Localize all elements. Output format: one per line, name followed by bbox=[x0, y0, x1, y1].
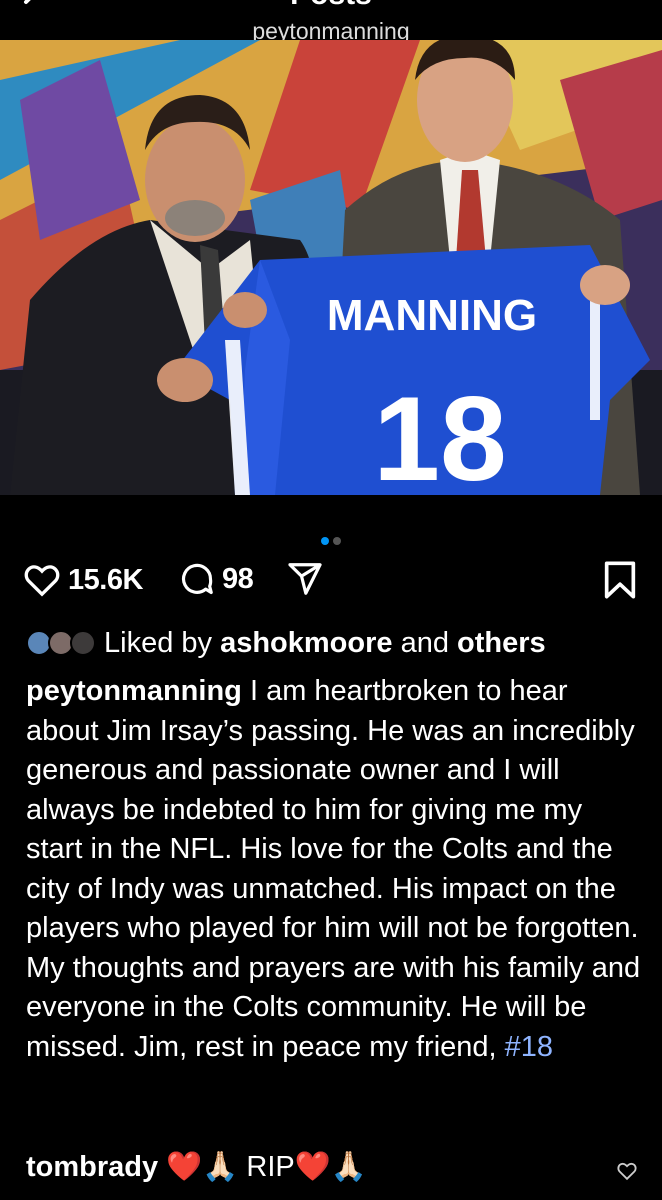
post-caption: peytonmanning I am heartbroken to hear a… bbox=[26, 672, 646, 1067]
liked-by-prefix: Liked by bbox=[104, 626, 213, 659]
comment-count: 98 bbox=[222, 562, 254, 595]
avatar bbox=[70, 630, 96, 656]
like-button[interactable]: 15.6K bbox=[22, 560, 143, 600]
jersey-name: MANNING bbox=[327, 291, 537, 340]
jersey-number: 18 bbox=[373, 372, 506, 495]
save-button[interactable] bbox=[602, 560, 638, 600]
header-username[interactable]: peytonmanning bbox=[0, 18, 662, 40]
caption-username[interactable]: peytonmanning bbox=[26, 675, 242, 707]
carousel-dot bbox=[333, 537, 341, 545]
carousel-indicator bbox=[0, 532, 662, 550]
comment-username[interactable]: tombrady bbox=[26, 1151, 158, 1184]
comment-button[interactable]: 98 bbox=[178, 560, 254, 598]
heart-icon[interactable] bbox=[22, 560, 62, 600]
post-image[interactable]: MANNING 18 bbox=[0, 40, 662, 495]
comment-row: tombrady ❤️🙏🏻 RIP❤️🙏🏻 bbox=[26, 1150, 367, 1184]
liked-by-user[interactable]: ashokmoore bbox=[220, 627, 392, 660]
caption-text: I am heartbroken to hear about Jim Irsay… bbox=[26, 675, 641, 1063]
liker-avatars bbox=[26, 626, 98, 660]
bookmark-icon[interactable] bbox=[602, 560, 638, 600]
comment-like-icon[interactable] bbox=[616, 1160, 638, 1187]
action-bar: 15.6K 98 bbox=[22, 560, 642, 606]
liked-by-others[interactable]: others bbox=[457, 627, 546, 660]
carousel-dot-active bbox=[321, 537, 329, 545]
page-title: Posts bbox=[0, 0, 662, 12]
post-header: Posts peytonmanning bbox=[0, 0, 662, 40]
comment-text: ❤️🙏🏻 RIP❤️🙏🏻 bbox=[166, 1151, 367, 1183]
liked-by-and: and bbox=[400, 626, 449, 659]
like-count: 15.6K bbox=[68, 563, 143, 596]
caption-hashtag[interactable]: #18 bbox=[505, 1031, 553, 1063]
share-button[interactable] bbox=[286, 560, 324, 598]
comment-icon[interactable] bbox=[178, 560, 216, 598]
share-icon[interactable] bbox=[286, 560, 324, 598]
liked-by-row[interactable]: Liked by ashokmoore and others bbox=[26, 626, 546, 660]
